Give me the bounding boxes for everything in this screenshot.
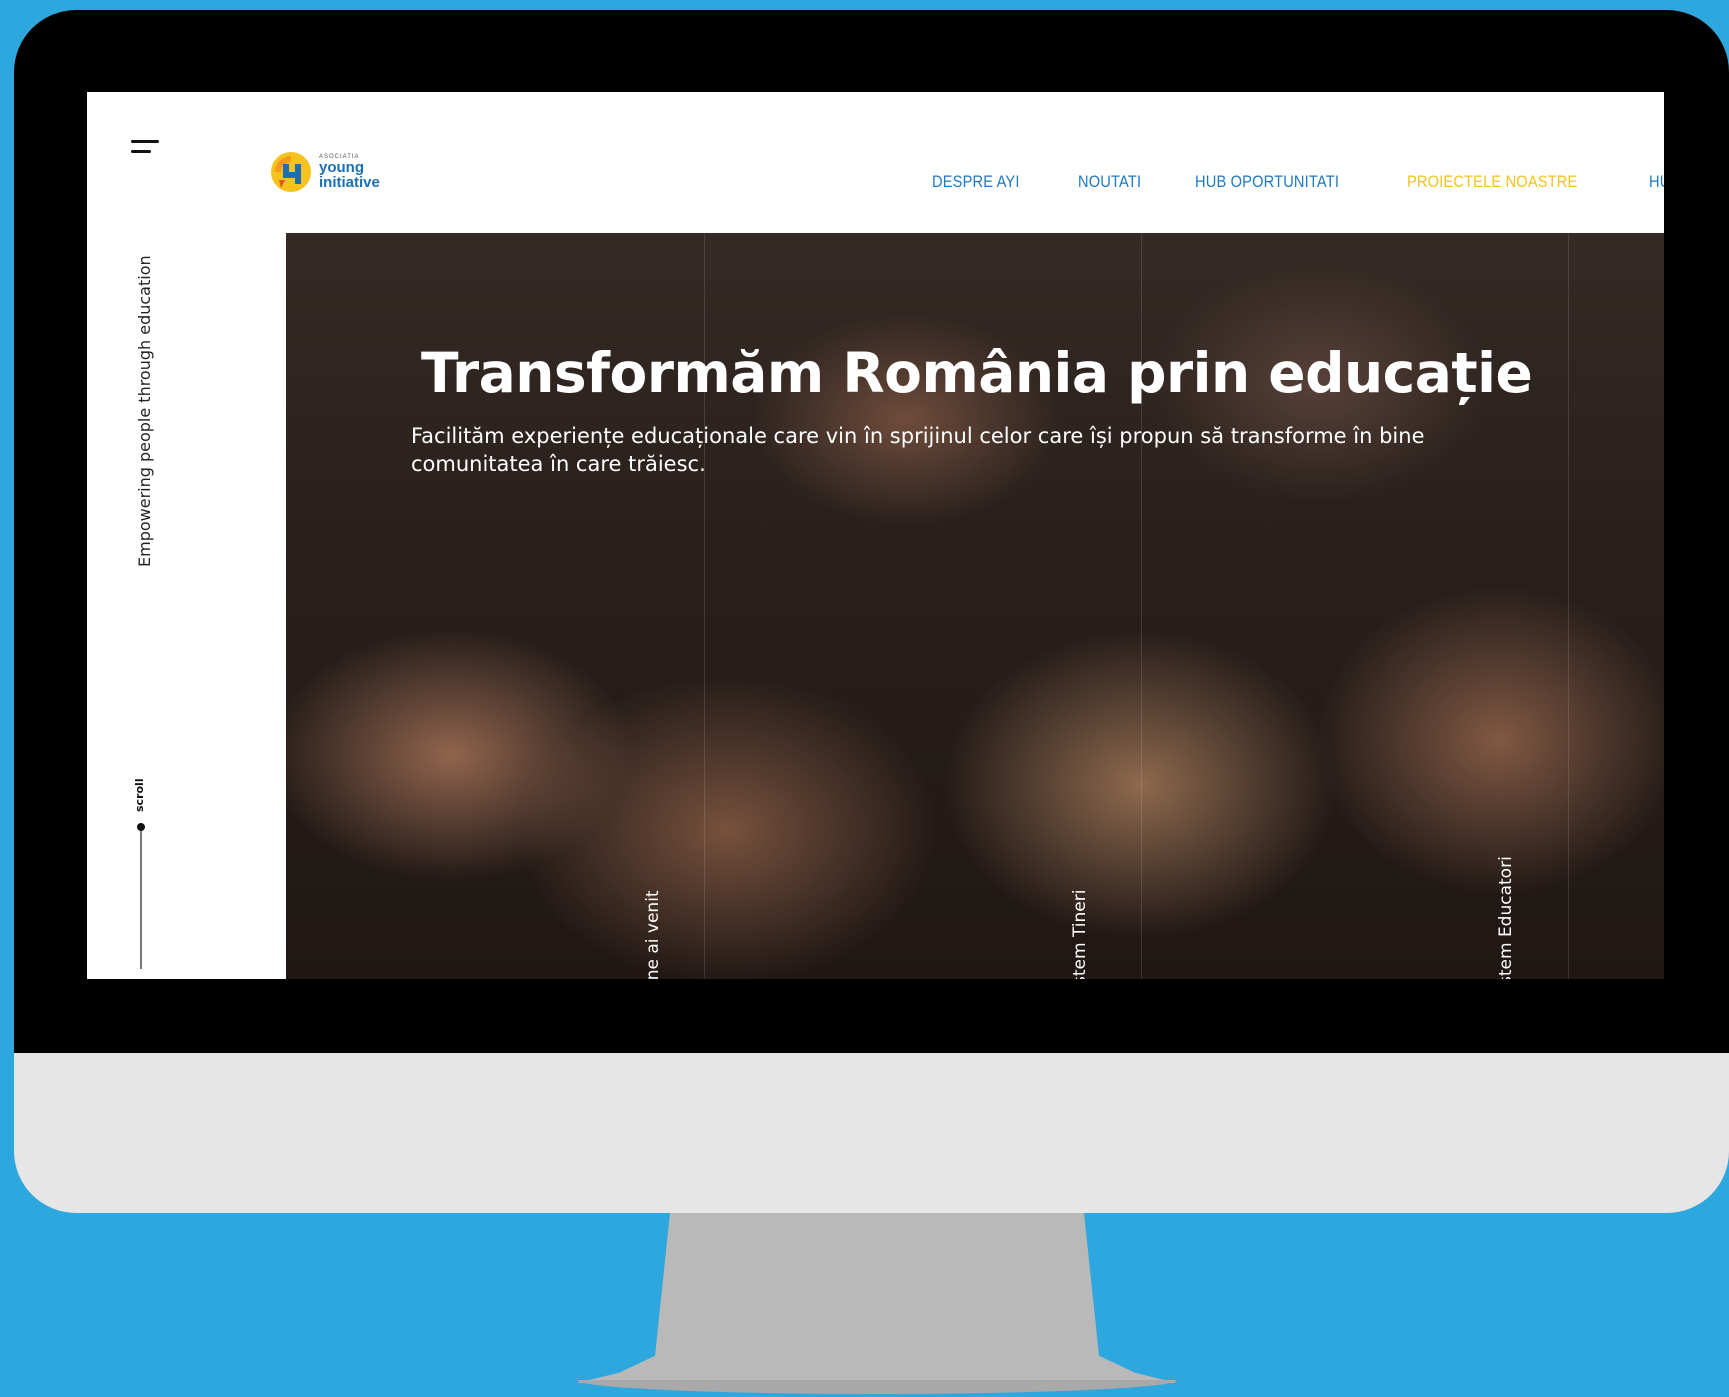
hero-subtitle: Facilităm experiențe educaționale care v… (411, 424, 1425, 476)
scroll-label: scroll (133, 778, 146, 812)
panel-label-2[interactable]: ștem Tineri (1070, 890, 1090, 979)
scroll-indicator-line (140, 831, 142, 969)
monitor-stand (577, 1213, 1177, 1383)
side-tagline: Empowering people through education (135, 255, 154, 567)
nav-hub-r[interactable]: HUB R (1649, 172, 1664, 192)
scroll-indicator-dot (137, 823, 145, 831)
logo[interactable]: ASOCIATIA young initiative (269, 150, 380, 194)
hero-banner: Transformăm România prin educație Facili… (286, 233, 1664, 979)
monitor-stand-foot (577, 1380, 1177, 1394)
nav-proiectele-noastre[interactable]: PROIECTELE NOASTRE (1407, 172, 1577, 192)
hero-title: Transformăm România prin educație (421, 341, 1533, 405)
hamburger-icon[interactable] (131, 140, 159, 156)
logo-word-initiative: initiative (319, 174, 380, 191)
panel-label-3[interactable]: ștem Educatori (1496, 856, 1516, 979)
nav-noutati[interactable]: NOUTATI (1078, 172, 1141, 192)
main-nav: DESPRE AYI NOUTATI HUB OPORTUNITATI PROI… (932, 172, 1664, 192)
young-initiative-logo (271, 152, 311, 192)
logo-text: ASOCIATIA young initiative (319, 154, 380, 190)
nav-despre-ayi[interactable]: DESPRE AYI (932, 172, 1020, 192)
logo-word-young: young (319, 159, 364, 176)
nav-hub-oportunitati[interactable]: HUB OPORTUNITATI (1195, 172, 1339, 192)
panel-divider (1568, 233, 1569, 979)
website-screen: ASOCIATIA young initiative DESPRE AYI NO… (87, 92, 1664, 979)
panel-label-1[interactable]: ine ai venit (643, 890, 663, 979)
